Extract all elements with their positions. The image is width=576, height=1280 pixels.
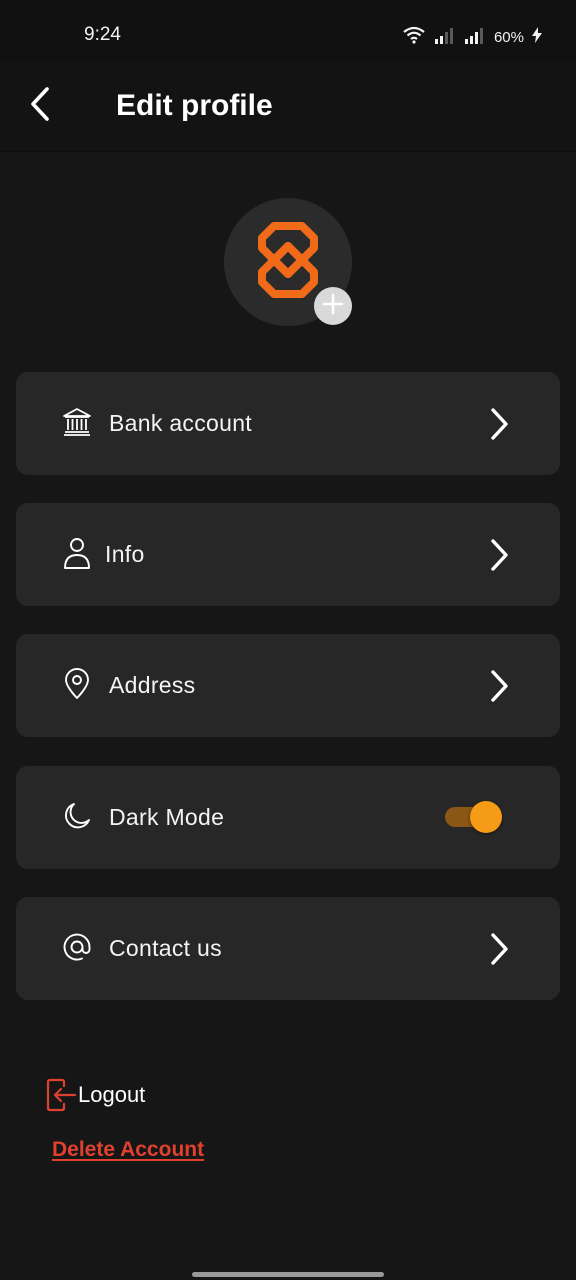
logout-button[interactable]: Logout: [44, 1077, 145, 1113]
add-photo-button[interactable]: [314, 287, 352, 325]
signal-icon: [434, 26, 456, 49]
menu-item-contact-us[interactable]: Contact us: [16, 897, 560, 1000]
at-icon: [60, 930, 94, 964]
menu-item-info[interactable]: Info: [16, 503, 560, 606]
home-indicator[interactable]: [192, 1272, 384, 1277]
dark-mode-toggle[interactable]: [444, 800, 504, 834]
battery-percentage: 60%: [493, 28, 524, 46]
location-pin-icon: [60, 667, 94, 701]
menu-item-dark-mode: Dark Mode: [16, 766, 560, 869]
flower-logo-icon: [248, 220, 328, 305]
logout-label: Logout: [78, 1082, 146, 1107]
status-icons: 60%: [402, 24, 542, 50]
back-button[interactable]: [18, 84, 62, 128]
status-bar: 9:24 60%: [0, 0, 576, 62]
plus-icon: [321, 292, 345, 321]
app-bar: Edit profile: [0, 62, 576, 152]
page-title: Edit profile: [116, 89, 273, 122]
logout-icon: [44, 1078, 78, 1112]
menu-item-label: Address: [109, 672, 196, 698]
toggle-thumb: [470, 801, 502, 833]
menu-item-address[interactable]: Address: [16, 634, 560, 737]
charging-icon: [532, 26, 542, 48]
menu-item-label: Info: [105, 541, 145, 567]
signal-icon: [464, 26, 486, 49]
menu-item-label: Dark Mode: [109, 804, 225, 830]
chevron-right-icon: [482, 406, 516, 442]
user-icon: [60, 536, 94, 570]
status-time: 9:24: [84, 24, 121, 45]
menu-item-bank-account[interactable]: Bank account: [16, 372, 560, 475]
chevron-right-icon: [482, 537, 516, 573]
menu-item-label: Bank account: [109, 410, 252, 436]
delete-account-link[interactable]: Delete Account: [52, 1138, 204, 1162]
menu-item-label: Contact us: [109, 935, 222, 961]
chevron-right-icon: [482, 668, 516, 704]
bank-icon: [60, 405, 94, 439]
chevron-right-icon: [482, 931, 516, 967]
moon-icon: [60, 799, 94, 833]
edit-profile-screen: 9:24 60% Edit profile Bank account Info …: [0, 0, 576, 1280]
wifi-icon: [402, 25, 426, 50]
back-arrow-icon: [30, 86, 50, 126]
